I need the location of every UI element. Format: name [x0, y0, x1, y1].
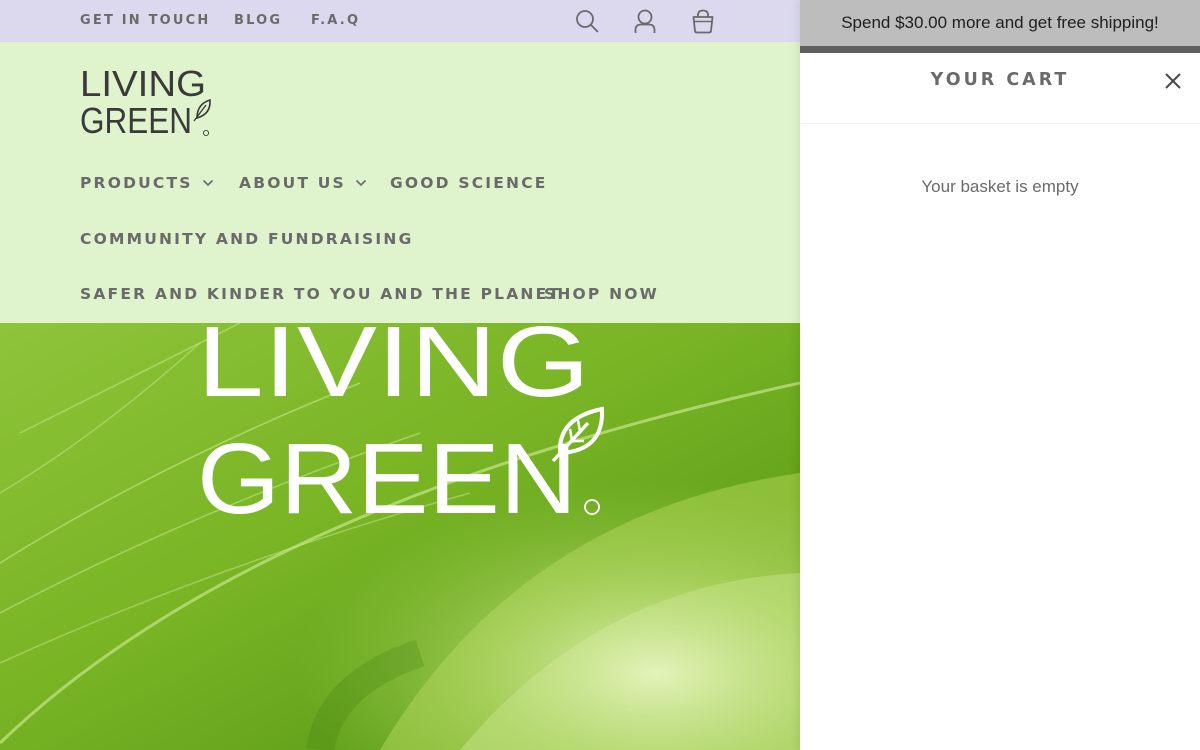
shipping-progress-bar [800, 46, 1200, 53]
cart-title: YOUR CART [930, 70, 1070, 90]
top-utility-bar: GET IN TOUCH BLOG F.A.Q [0, 0, 800, 42]
search-icon[interactable] [574, 8, 600, 34]
living-green-logo[interactable]: LIVING GREEN [80, 66, 212, 138]
logo-line-1: LIVING [80, 66, 206, 104]
trademark-icon [202, 129, 210, 137]
hero-logo-line-1: LIVING [197, 323, 590, 418]
chevron-down-icon [202, 179, 213, 187]
blog-link[interactable]: BLOG [234, 13, 282, 28]
cart-header-divider [800, 123, 1200, 124]
nav-about-us-label: ABOUT US [239, 174, 346, 192]
hero-leaf-image: LIVING GREEN [0, 323, 800, 750]
close-icon[interactable] [1162, 70, 1184, 92]
hero-logo: LIVING GREEN [197, 323, 590, 535]
cart-empty-message: Your basket is empty [921, 177, 1079, 196]
nav-shop-now[interactable]: SHOP NOW [544, 285, 659, 303]
cart-drawer: Spend $30.00 more and get free shipping!… [800, 0, 1200, 750]
get-in-touch-link[interactable]: GET IN TOUCH [80, 13, 210, 28]
account-icon[interactable] [632, 8, 658, 34]
nav-about-us[interactable]: ABOUT US [239, 174, 367, 192]
cart-bag-icon[interactable] [690, 8, 716, 34]
nav-products[interactable]: PRODUCTS [80, 174, 214, 192]
logo-line-2: GREEN [80, 100, 192, 138]
hero-banner: LIVING GREEN [0, 323, 800, 750]
nav-community-and-fundraising[interactable]: COMMUNITY AND FUNDRAISING [80, 230, 414, 248]
site-header: LIVING GREEN PRODUCTS ABOUT US GOOD SCIE… [0, 42, 800, 323]
nav-safer-and-kinder[interactable]: SAFER AND KINDER TO YOU AND THE PLANET [80, 285, 561, 303]
free-shipping-banner: Spend $30.00 more and get free shipping! [800, 0, 1200, 46]
nav-products-label: PRODUCTS [80, 174, 193, 192]
hero-logo-line-2: GREEN [197, 423, 577, 535]
nav-good-science[interactable]: GOOD SCIENCE [390, 174, 548, 192]
chevron-down-icon [355, 179, 366, 187]
faq-link[interactable]: F.A.Q [311, 13, 360, 28]
